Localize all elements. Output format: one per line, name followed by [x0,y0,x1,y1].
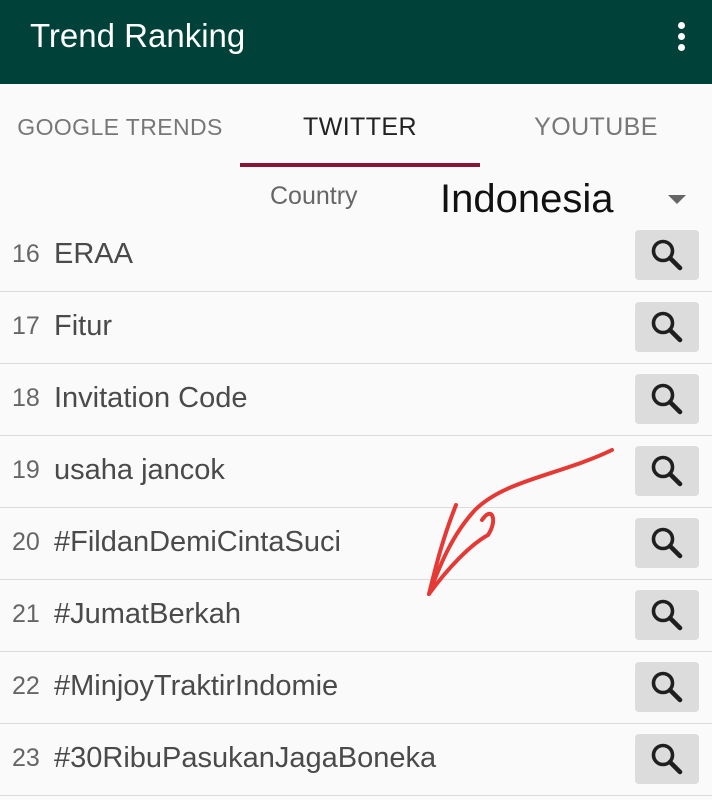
trend-term: #30RibuPasukanJagaBoneka [54,742,437,774]
search-button[interactable] [635,374,699,424]
trend-row[interactable]: 19 usaha jancok [0,436,712,508]
trend-term: #MinjoyTraktirIndomie [54,670,339,702]
search-button[interactable] [635,302,699,352]
trend-rank: 20 [12,528,40,556]
country-value: Indonesia [440,177,614,221]
search-button[interactable] [635,518,699,568]
app-bar: Trend Ranking [0,0,712,84]
search-icon [651,455,683,487]
search-button[interactable] [635,662,699,712]
more-vert-icon[interactable] [664,14,698,58]
trend-term: Fitur [54,310,112,342]
trend-rank: 23 [12,744,40,772]
trend-term: #FildanDemiCintaSuci [54,526,341,558]
trend-rank: 19 [12,456,40,484]
trend-row[interactable]: 23 #30RibuPasukanJagaBoneka [0,724,712,796]
dropdown-arrow-icon [668,195,686,204]
trend-term: #JumatBerkah [54,598,241,630]
search-icon [651,671,683,703]
trend-row[interactable]: 20 #FildanDemiCintaSuci [0,508,712,580]
trend-list: 16 ERAA 17 Fitur 18 Invitation Code 19 u… [0,220,712,796]
tab-google-trends[interactable]: GOOGLE TRENDS [0,84,240,170]
tab-bar: GOOGLE TRENDS TWITTER YOUTUBE [0,84,712,170]
search-icon [651,527,683,559]
trend-row[interactable]: 18 Invitation Code [0,364,712,436]
trend-term: Invitation Code [54,382,248,414]
app-title: Trend Ranking [30,17,246,54]
trend-row[interactable]: 22 #MinjoyTraktirIndomie [0,652,712,724]
trend-rank: 17 [12,312,40,340]
search-icon [651,743,683,775]
trend-row[interactable]: 21 #JumatBerkah [0,580,712,652]
search-icon [651,311,683,343]
trend-rank: 22 [12,672,40,700]
trend-row[interactable]: 17 Fitur [0,292,712,364]
trend-term: ERAA [54,238,133,270]
tab-indicator [240,163,480,167]
search-icon [651,599,683,631]
search-button[interactable] [635,590,699,640]
country-select[interactable]: Indonesia [440,173,712,227]
country-label: Country [270,182,358,210]
trend-rank: 16 [12,240,40,268]
tab-youtube[interactable]: YOUTUBE [480,84,712,170]
trend-rank: 18 [12,384,40,412]
trend-term: usaha jancok [54,454,225,486]
search-button[interactable] [635,446,699,496]
search-button[interactable] [635,230,699,280]
trend-rank: 21 [12,600,40,628]
search-icon [651,239,683,271]
tab-twitter[interactable]: TWITTER [240,84,480,170]
search-icon [651,383,683,415]
search-button[interactable] [635,734,699,784]
trend-row[interactable]: 16 ERAA [0,220,712,292]
